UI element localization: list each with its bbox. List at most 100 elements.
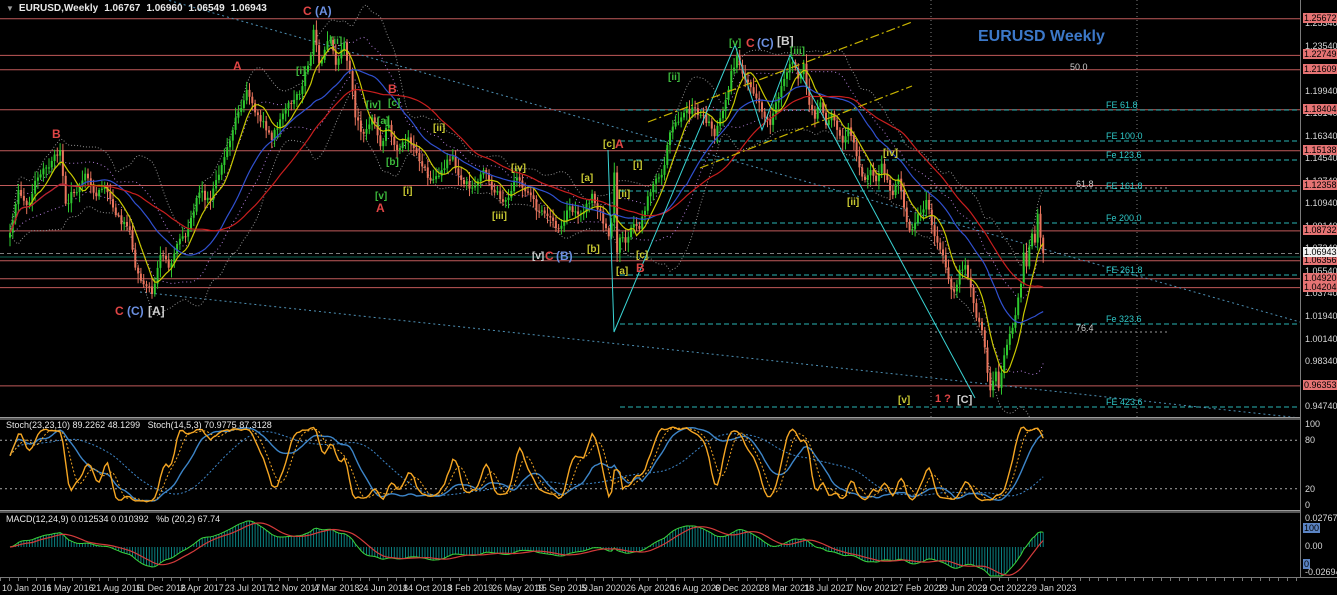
elliott-wave-label: [a] — [377, 116, 389, 127]
chart-watermark: EURUSD Weekly — [978, 28, 1105, 46]
pane-splitter-stoch-macd[interactable] — [0, 510, 1337, 513]
elliott-wave-label: [iv] — [366, 100, 381, 111]
fib-retracement-label: 50.0 — [1070, 62, 1088, 72]
ohlc-close: 1.06943 — [231, 3, 267, 14]
time-axis-label: 24 Jun 2018 — [358, 583, 408, 593]
elliott-wave-label: B — [636, 261, 645, 275]
bands-axis-badge-100: 100 — [1303, 523, 1320, 533]
elliott-wave-label: C — [303, 4, 312, 18]
time-axis-label: 9 Oct 2022 — [982, 583, 1026, 593]
fib-extension-label: Fe 123.6 — [1106, 150, 1142, 160]
elliott-wave-label: [c] — [388, 98, 400, 109]
time-axis-label: 1 May 2016 — [47, 583, 94, 593]
elliott-wave-label: B — [52, 127, 61, 141]
price-axis-label: 1.19940 — [1305, 86, 1337, 96]
price-level-badge: 1.25672 — [1303, 13, 1337, 23]
price-level-badge: 1.21609 — [1303, 64, 1337, 74]
ohlc-high: 1.06960 — [146, 3, 182, 14]
time-axis-label: 3 Feb 2019 — [448, 583, 494, 593]
macd-axis-zero: 0.00 — [1305, 541, 1323, 551]
ohlc-open: 1.06767 — [104, 3, 140, 14]
fib-extension-label: FE 61.8 — [1106, 100, 1138, 110]
time-axis-label: 10 Jan 2016 — [2, 583, 52, 593]
trading-chart-window: ▼ EURUSD,Weekly 1.06767 1.06960 1.06549 1.069… — [0, 0, 1337, 595]
ohlc-low: 1.06549 — [189, 3, 225, 14]
time-axis-label: 23 Jul 2017 — [225, 583, 272, 593]
chevron-down-icon[interactable]: ▼ — [6, 4, 14, 13]
time-axis-label: 26 Apr 2020 — [626, 583, 675, 593]
elliott-wave-label: (C) — [127, 304, 144, 318]
elliott-wave-label: [v] — [729, 38, 741, 49]
time-axis-ticks — [0, 578, 1300, 581]
elliott-wave-label: [iii] — [492, 211, 507, 222]
price-level-badge: 1.04204 — [1303, 282, 1337, 292]
elliott-wave-label: [iii] — [790, 46, 805, 57]
time-axis-label: 27 Feb 2022 — [893, 583, 944, 593]
chart-title-bar: ▼ EURUSD,Weekly 1.06767 1.06960 1.06549 1.069… — [6, 3, 273, 14]
time-axis-label: 29 Jan 2023 — [1027, 583, 1077, 593]
stoch-pane-label: Stoch(23,23,10) 89.2262 48.1299 Stoch(14… — [6, 420, 272, 430]
elliott-wave-label: A — [233, 59, 242, 73]
bands-indicator-values: %b (20,2) 67.74 — [156, 514, 220, 524]
elliott-wave-label: [ii] — [618, 189, 630, 200]
elliott-wave-label: [v] — [532, 251, 544, 262]
fib-extension-label: FE 100.0 — [1106, 131, 1143, 141]
time-axis-label: 12 Nov 2017 — [269, 583, 320, 593]
chart-canvas[interactable] — [0, 0, 1337, 595]
time-axis[interactable]: 10 Jan 20161 May 201621 Aug 201611 Dec 2… — [0, 577, 1337, 595]
time-axis-label: 4 Mar 2018 — [314, 583, 360, 593]
elliott-wave-label: (C) — [757, 36, 774, 50]
price-level-badge: 1.08732 — [1303, 225, 1337, 235]
price-axis[interactable]: 1.253401.235401.199401.181401.163401.145… — [1300, 0, 1337, 577]
elliott-wave-label: C — [545, 249, 554, 263]
elliott-wave-label: C — [746, 36, 755, 50]
elliott-wave-label: [ii] — [847, 197, 859, 208]
price-axis-label: 1.16340 — [1305, 131, 1337, 141]
time-axis-label: 6 Dec 2020 — [715, 583, 761, 593]
time-axis-label: 2 Apr 2017 — [180, 583, 224, 593]
price-level-badge: 0.96353 — [1303, 380, 1337, 390]
elliott-wave-label: [c] — [603, 139, 615, 150]
time-axis-label: 16 Aug 2020 — [670, 583, 721, 593]
elliott-wave-label: [a] — [616, 266, 628, 277]
elliott-wave-label: [i] — [403, 186, 412, 197]
time-axis-label: 11 Dec 2016 — [136, 583, 186, 593]
stoch-axis-label: 80 — [1305, 435, 1315, 445]
time-axis-label: 15 Sep 2019 — [537, 583, 588, 593]
elliott-wave-label: [i] — [296, 66, 305, 77]
elliott-wave-label: [a] — [581, 173, 593, 184]
elliott-wave-label: [iv] — [511, 163, 526, 174]
elliott-wave-label: [ii] — [668, 72, 680, 83]
fib-extension-label: FE 161.8 — [1106, 181, 1143, 191]
fib-retracement-label: 61.8 — [1076, 179, 1094, 189]
elliott-wave-label: (A) — [315, 4, 332, 18]
stoch-axis-label: 100 — [1305, 419, 1320, 429]
fib-extension-label: FE 423.6 — [1106, 397, 1143, 407]
fib-extension-label: Fe 323.6 — [1106, 314, 1142, 324]
symbol-period-label: EURUSD,Weekly — [19, 3, 98, 14]
current-price-badge: 1.06943 — [1303, 247, 1337, 257]
stoch-axis-label: 20 — [1305, 484, 1315, 494]
stoch-axis-label: 0 — [1305, 500, 1310, 510]
price-axis-label: 1.00140 — [1305, 334, 1337, 344]
elliott-wave-label: [ii] — [330, 36, 342, 47]
elliott-wave-label: B — [388, 82, 397, 96]
elliott-wave-label: [A] — [148, 304, 165, 318]
time-axis-label: 21 Aug 2016 — [91, 583, 142, 593]
price-axis-label: 1.01940 — [1305, 311, 1337, 321]
time-axis-label: 14 Oct 2018 — [403, 583, 452, 593]
elliott-wave-label: [b] — [386, 157, 399, 168]
stoch-indicator-1-values: Stoch(23,23,10) 89.2262 48.1299 — [6, 420, 140, 430]
time-axis-label: 5 Jan 2020 — [581, 583, 626, 593]
price-level-badge: 1.18404 — [1303, 104, 1337, 114]
fib-retracement-label: 76.4 — [1076, 323, 1094, 333]
time-axis-label: 7 Nov 2021 — [849, 583, 895, 593]
elliott-wave-label: C — [115, 304, 124, 318]
elliott-wave-label: A — [615, 137, 624, 151]
elliott-wave-label: [v] — [898, 395, 910, 406]
elliott-wave-label: [ii] — [433, 123, 445, 134]
time-axis-label: 28 Mar 2021 — [760, 583, 811, 593]
price-axis-label: 0.98340 — [1305, 356, 1337, 366]
price-axis-label: 1.10940 — [1305, 198, 1337, 208]
elliott-wave-label: [C] — [957, 394, 972, 406]
